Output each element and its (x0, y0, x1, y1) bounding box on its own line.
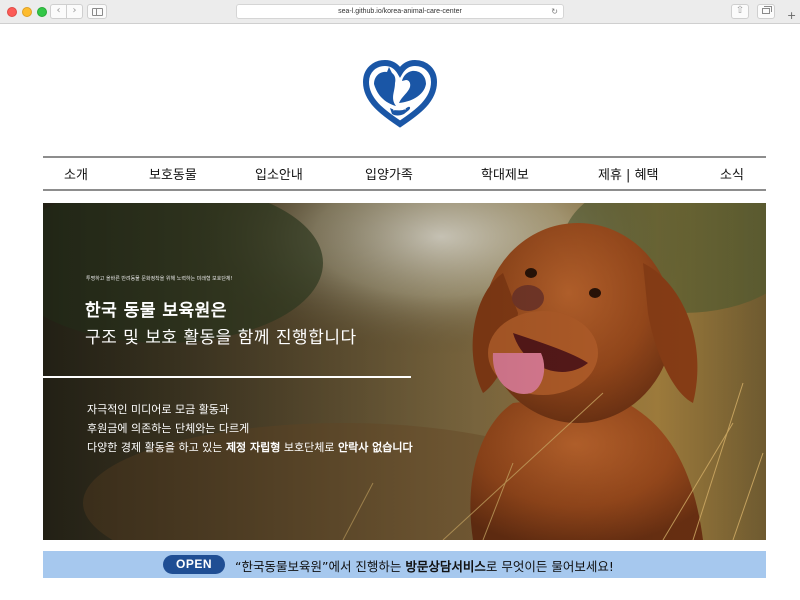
menu-item-protected-animals[interactable]: 보호동물 (149, 164, 197, 183)
hero-subtitle: 구조 및 보호 활동을 함께 진행합니다 (85, 328, 357, 348)
reload-icon[interactable]: ↻ (551, 5, 558, 18)
new-tab-button[interactable]: + (787, 10, 796, 21)
menu-item-admission-guide[interactable]: 입소안내 (255, 164, 303, 183)
minimize-window-button[interactable] (22, 7, 32, 17)
hero-paragraph-line: 다양한 경제 활동을 하고 있는 제정 자립형 보호단체로 안락사 없습니다 (87, 439, 413, 455)
hero-tagline: 투명하고 올바른 반려동물 문화정착을 위해 노력하는 미래형 보호단체! (86, 276, 233, 282)
url-text: sea-l.github.io/korea-animal-care-center (338, 8, 462, 15)
hero-line3-text: 다양한 경제 활동을 하고 있는 (87, 441, 226, 454)
heart-cat-dog-logo-icon (362, 59, 438, 128)
tabs-icon (762, 6, 772, 14)
hero-highlight-no-euthanasia: 안락사 없습니다 (337, 441, 413, 454)
hero-title: 한국 동물 보육원은 (85, 301, 227, 321)
main-navigation: 소개 보호동물 입소안내 입양가족 학대제보 제휴 | 혜택 소식 (43, 156, 766, 191)
notice-text-pre: “한국동물보육원”에서 진행하는 (235, 559, 406, 574)
hero-highlight-self-reliant: 제정 자립형 (225, 441, 281, 454)
zoom-window-button[interactable] (37, 7, 47, 17)
address-bar[interactable]: sea-l.github.io/korea-animal-care-center… (236, 4, 564, 19)
dog-photo (43, 203, 766, 540)
notice-text-post: 로 무엇이든 물어보세요! (485, 559, 614, 574)
close-window-button[interactable] (7, 7, 17, 17)
menu-item-about[interactable]: 소개 (64, 164, 88, 183)
chevron-left-icon: ‹ (56, 5, 61, 16)
notice-text: “한국동물보육원”에서 진행하는 방문상담서비스로 무엇이든 물어보세요! (235, 556, 614, 575)
back-button[interactable]: ‹ (50, 4, 67, 19)
hero-paragraph-line: 자극적인 미디어로 모금 활동과 (87, 403, 230, 416)
share-button[interactable]: ⇧ (731, 4, 749, 19)
menu-item-partnership-benefits[interactable]: 제휴 | 혜택 (598, 164, 659, 183)
hero-line3-mid: 보호단체로 (280, 441, 338, 454)
chevron-right-icon: › (72, 5, 77, 16)
site-logo[interactable] (362, 58, 438, 128)
sidebar-toggle-button[interactable] (87, 4, 107, 19)
menu-item-abuse-report[interactable]: 학대제보 (481, 164, 529, 183)
menu-item-adoptive-families[interactable]: 입양가족 (365, 164, 413, 183)
share-icon: ⇧ (735, 5, 745, 16)
hero-paragraph-line: 후원금에 의존하는 단체와는 다르게 (87, 422, 250, 435)
browser-toolbar: ‹ › sea-l.github.io/korea-animal-care-ce… (0, 0, 800, 24)
open-badge: OPEN (163, 555, 225, 574)
hero-divider (43, 376, 411, 378)
sidebar-icon (92, 8, 103, 16)
menu-item-news[interactable]: 소식 (720, 164, 744, 183)
notice-highlight: 방문상담서비스 (405, 559, 486, 574)
consultation-notice-bar[interactable]: OPEN “한국동물보육원”에서 진행하는 방문상담서비스로 무엇이든 물어보세… (43, 551, 766, 578)
show-tabs-button[interactable] (757, 4, 775, 19)
hero-banner: 투명하고 올바른 반려동물 문화정착을 위해 노력하는 미래형 보호단체! 한국… (43, 203, 766, 540)
forward-button[interactable]: › (66, 4, 83, 19)
